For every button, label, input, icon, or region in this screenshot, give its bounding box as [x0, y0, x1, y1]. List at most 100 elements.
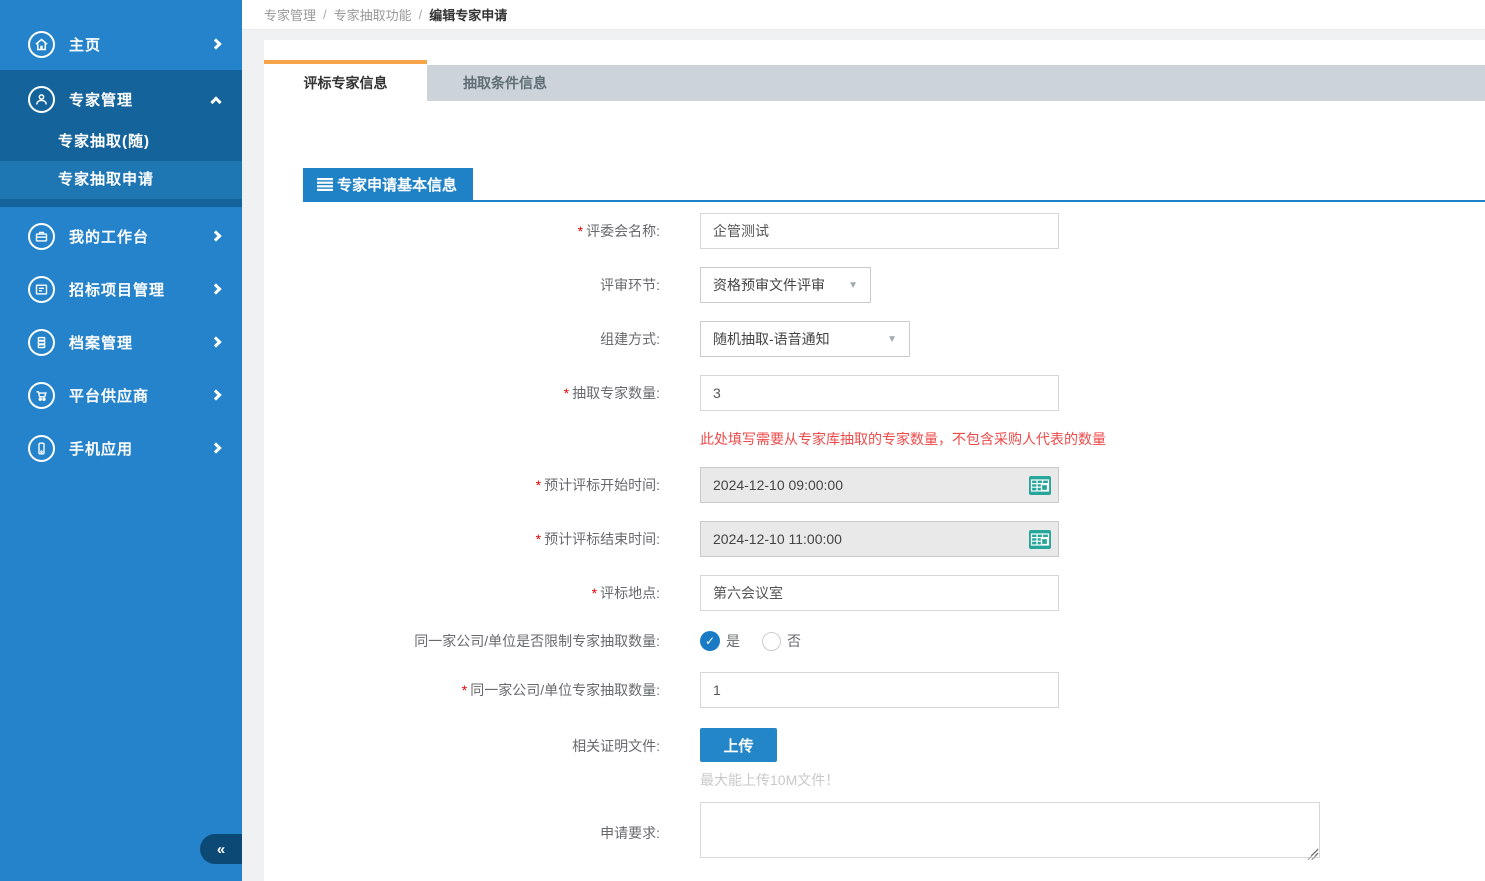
main-content: 专家管理 / 专家抽取功能 / 编辑专家申请 评标专家信息 抽取条件信息: [242, 0, 1485, 881]
radio-yes-label[interactable]: 是: [726, 631, 740, 651]
sidebar-item-workbench[interactable]: 我的工作台: [0, 212, 242, 260]
expert-count-label: *抽取专家数量:: [264, 383, 700, 403]
chevron-right-icon: [210, 230, 221, 241]
upload-button[interactable]: 上传: [700, 728, 777, 762]
breadcrumb-item[interactable]: 专家抽取功能: [334, 5, 412, 24]
sidebar-item-home[interactable]: 主页: [0, 20, 242, 68]
requirements-textarea[interactable]: [700, 802, 1320, 858]
collapse-left-icon: «: [217, 841, 225, 858]
sidebar-item-label: 我的工作台: [69, 226, 212, 247]
review-stage-label: 评审环节:: [264, 275, 700, 295]
required-asterisk: *: [536, 531, 541, 547]
radio-no-unchecked-icon[interactable]: [762, 632, 781, 651]
tab-label: 评标专家信息: [304, 73, 388, 93]
list-icon: [317, 178, 333, 191]
date-value: 2024-12-10 09:00:00: [713, 477, 843, 493]
tab-expert-info[interactable]: 评标专家信息: [264, 60, 427, 101]
formation-method-select[interactable]: 随机抽取-语音通知 ▼: [700, 321, 910, 357]
form-row-expert-count: *抽取专家数量:: [264, 375, 1485, 411]
chevron-right-icon: [210, 442, 221, 453]
sidebar-item-archive[interactable]: 档案管理: [0, 318, 242, 366]
form-row-expert-count-hint: 此处填写需要从专家库抽取的专家数量，不包含采购人代表的数量: [264, 429, 1485, 449]
sidebar-item-tender-project[interactable]: 招标项目管理: [0, 265, 242, 313]
sidebar-item-expert-mgmt[interactable]: 专家管理: [0, 75, 242, 123]
form-row-start-time: *预计评标开始时间: 2024-12-10 09:00:00: [264, 467, 1485, 503]
start-time-input[interactable]: 2024-12-10 09:00:00: [700, 467, 1059, 503]
end-time-input[interactable]: 2024-12-10 11:00:00: [700, 521, 1059, 557]
sidebar-subitem-label: 专家抽取(随): [58, 133, 150, 150]
limit-same-company-label: 同一家公司/单位是否限制专家抽取数量:: [264, 631, 700, 651]
breadcrumb-item[interactable]: 专家管理: [264, 5, 316, 24]
content-panel: 评标专家信息 抽取条件信息 专家申请基本信: [264, 40, 1485, 881]
sidebar: 主页 专家管理 专家抽取(随) 专家抽取申请: [0, 0, 242, 881]
expert-icon: [28, 86, 55, 113]
required-asterisk: *: [536, 477, 541, 493]
breadcrumb: 专家管理 / 专家抽取功能 / 编辑专家申请: [242, 0, 1485, 30]
same-company-count-input[interactable]: [700, 672, 1059, 708]
attachment-controls: 上传 最大能上传10M文件！: [700, 728, 839, 790]
section-header-row: 专家申请基本信息: [303, 168, 1485, 202]
tab-label: 抽取条件信息: [463, 73, 547, 93]
section-title: 专家申请基本信息: [337, 174, 457, 195]
requirements-label: 申请要求:: [264, 823, 700, 843]
workbench-icon: [28, 223, 55, 250]
form-row-committee-name: *评委会名称:: [264, 213, 1485, 249]
upload-hint: 最大能上传10M文件！: [700, 770, 839, 790]
attachment-label: 相关证明文件:: [264, 736, 700, 756]
radio-no-label[interactable]: 否: [787, 631, 801, 651]
expert-count-input[interactable]: [700, 375, 1059, 411]
section-header: 专家申请基本信息: [303, 168, 473, 200]
required-asterisk: *: [564, 385, 569, 401]
start-time-label: *预计评标开始时间:: [264, 475, 700, 495]
tab-extraction-conditions[interactable]: 抽取条件信息: [427, 65, 1485, 101]
location-input[interactable]: [700, 575, 1059, 611]
expert-apply-form: *评委会名称: 评审环节: 资格预审文件评审 ▼ 组建方式: 随机抽取-语音通知…: [264, 202, 1485, 863]
form-row-limit-same-company: 同一家公司/单位是否限制专家抽取数量: 是 否: [264, 629, 1485, 653]
sidebar-item-mobile-app[interactable]: 手机应用: [0, 424, 242, 472]
sidebar-nav: 主页 专家管理 专家抽取(随) 专家抽取申请: [0, 0, 242, 472]
sidebar-subitem-expert-draw[interactable]: 专家抽取(随): [0, 123, 242, 161]
form-row-end-time: *预计评标结束时间: 2024-12-10 11:00:00: [264, 521, 1485, 557]
tender-project-icon: [28, 276, 55, 303]
breadcrumb-separator: /: [323, 7, 327, 22]
form-row-formation-method: 组建方式: 随机抽取-语音通知 ▼: [264, 321, 1485, 357]
review-stage-select[interactable]: 资格预审文件评审 ▼: [700, 267, 871, 303]
end-time-label: *预计评标结束时间:: [264, 529, 700, 549]
chevron-right-icon: [210, 283, 221, 294]
committee-name-input[interactable]: [700, 213, 1059, 249]
chevron-right-icon: [210, 38, 221, 49]
limit-same-company-radio-group: 是 否: [700, 631, 823, 651]
requirements-textarea-wrap: [700, 802, 1320, 863]
caret-down-icon: ▼: [848, 280, 858, 291]
calendar-icon[interactable]: [1029, 476, 1051, 495]
form-row-review-stage: 评审环节: 资格预审文件评审 ▼: [264, 267, 1485, 303]
sidebar-collapse-button[interactable]: «: [200, 834, 242, 864]
breadcrumb-separator: /: [419, 7, 423, 22]
sidebar-item-supplier[interactable]: 平台供应商: [0, 371, 242, 419]
home-icon: [28, 31, 55, 58]
sidebar-item-label: 主页: [69, 34, 212, 55]
breadcrumb-current: 编辑专家申请: [429, 5, 507, 24]
select-value: 随机抽取-语音通知: [713, 329, 830, 349]
location-label: *评标地点:: [264, 583, 700, 603]
chevron-right-icon: [210, 389, 221, 400]
supplier-cart-icon: [28, 382, 55, 409]
mobile-app-icon: [28, 435, 55, 462]
archive-icon: [28, 329, 55, 356]
sidebar-item-label: 手机应用: [69, 438, 212, 459]
form-row-same-company-count: *同一家公司/单位专家抽取数量:: [264, 672, 1485, 708]
calendar-icon[interactable]: [1029, 530, 1051, 549]
chevron-right-icon: [210, 336, 221, 347]
radio-yes-checked-icon[interactable]: [700, 631, 720, 651]
date-value: 2024-12-10 11:00:00: [713, 531, 842, 547]
sidebar-item-label: 平台供应商: [69, 385, 212, 406]
formation-method-label: 组建方式:: [264, 329, 700, 349]
committee-name-label: *评委会名称:: [264, 221, 700, 241]
caret-down-icon: ▼: [887, 334, 897, 345]
sidebar-subitem-expert-draw-apply[interactable]: 专家抽取申请: [0, 161, 242, 199]
required-asterisk: *: [462, 682, 467, 698]
sidebar-item-label: 专家管理: [69, 89, 212, 110]
required-asterisk: *: [592, 585, 597, 601]
tab-bar: 评标专家信息 抽取条件信息: [264, 40, 1485, 101]
required-asterisk: *: [578, 223, 583, 239]
